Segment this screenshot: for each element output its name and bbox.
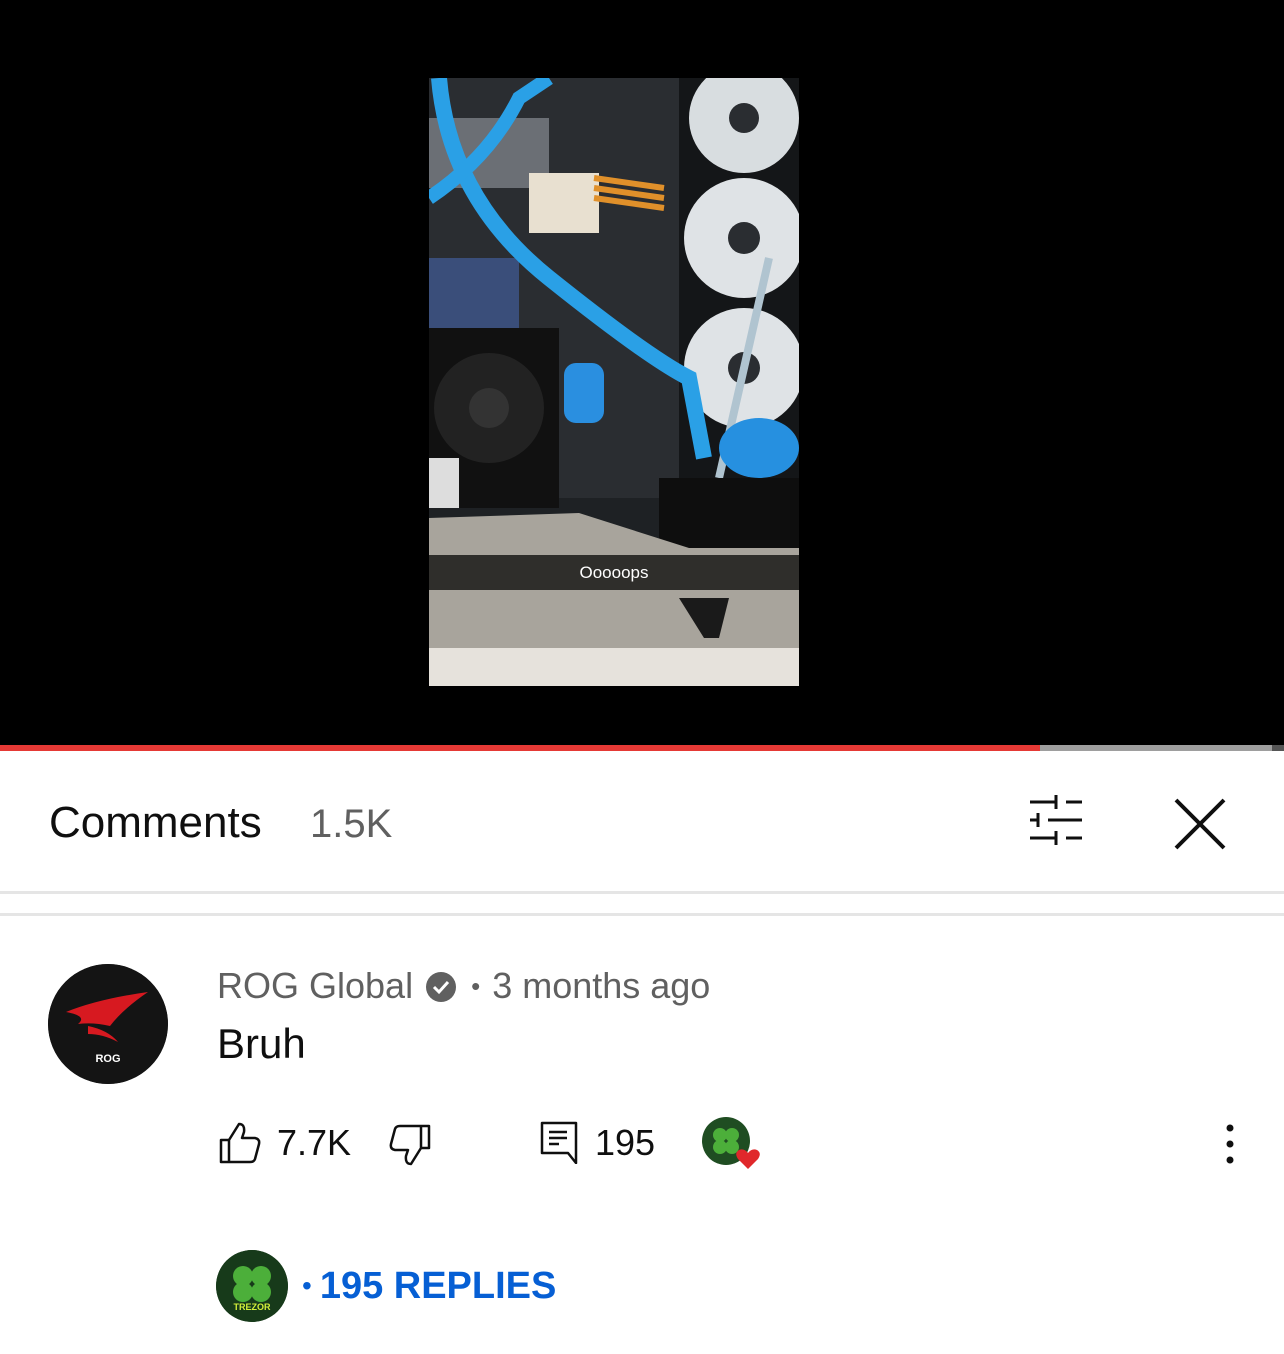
reply-avatar-label: TREZOR	[234, 1302, 271, 1312]
replies-link[interactable]: 195 REPLIES	[320, 1265, 557, 1308]
comment-meta: ROG Global • 3 months ago	[217, 965, 710, 1007]
video-still-image	[429, 78, 799, 686]
comment-time[interactable]: 3 months ago	[492, 965, 710, 1007]
reply-avatar: TREZOR	[216, 1250, 288, 1322]
comment-actions: 7.7K 195	[217, 1112, 1257, 1172]
divider	[0, 913, 1284, 916]
comment-author[interactable]: ROG Global	[217, 965, 413, 1007]
comments-header: Comments 1.5K	[0, 752, 1284, 892]
sliders-icon[interactable]	[1024, 794, 1088, 848]
comments-count: 1.5K	[310, 802, 393, 846]
verified-icon	[425, 970, 457, 1002]
video-progress-end	[1272, 745, 1284, 751]
video-frame[interactable]: Ooooops	[429, 78, 799, 686]
reply-count: 195	[595, 1122, 656, 1163]
video-progress-bar[interactable]	[0, 745, 1284, 751]
video-caption: Ooooops	[579, 563, 649, 582]
close-icon[interactable]	[1170, 794, 1230, 854]
meta-separator: •	[471, 970, 481, 1001]
creator-heart-icon	[702, 1117, 766, 1173]
more-options-icon[interactable]	[1217, 1122, 1243, 1166]
reply-icon[interactable]	[539, 1120, 579, 1165]
comments-title: Comments	[49, 798, 262, 847]
divider	[0, 891, 1284, 894]
avatar[interactable]: ROG	[48, 964, 168, 1084]
like-count: 7.7K	[277, 1122, 352, 1163]
like-icon[interactable]	[217, 1120, 263, 1166]
avatar-label: ROG	[95, 1053, 120, 1065]
dislike-icon[interactable]	[387, 1122, 433, 1168]
video-progress-fill	[0, 745, 1041, 751]
video-player[interactable]: Ooooops	[0, 0, 1284, 746]
replies-dot: •	[302, 1270, 312, 1301]
view-replies[interactable]: TREZOR • 195 REPLIES	[216, 1250, 556, 1322]
comment-text: Bruh	[217, 1020, 306, 1067]
